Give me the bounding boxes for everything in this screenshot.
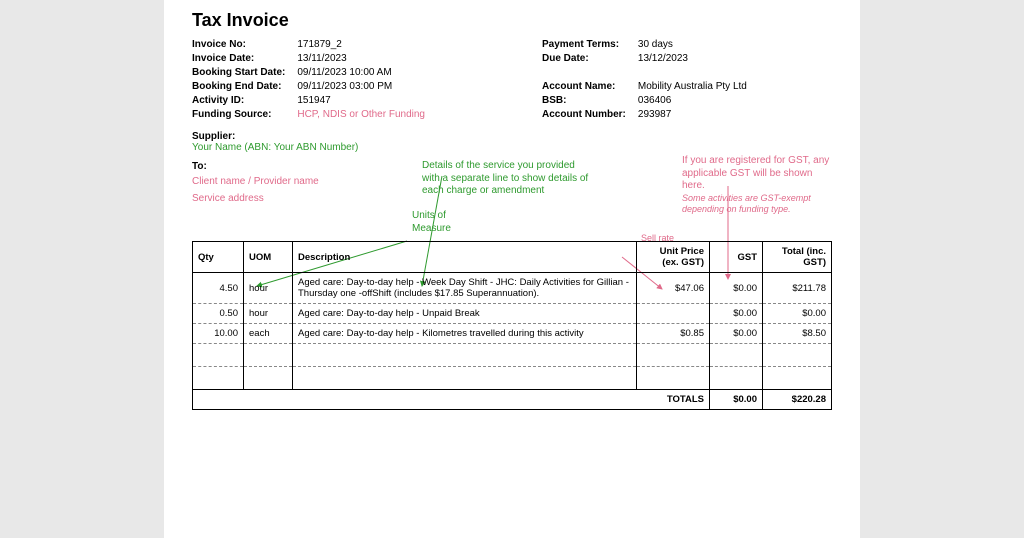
cell-qty: 4.50 xyxy=(193,273,244,304)
label-funding-source: Funding Source: xyxy=(192,109,285,123)
annotation-gst-main: If you are registered for GST, any appli… xyxy=(682,155,832,193)
table-row: 4.50 hour Aged care: Day-to-day help - W… xyxy=(193,273,832,304)
label-blank xyxy=(542,67,626,81)
annotation-gst: If you are registered for GST, any appli… xyxy=(682,155,832,215)
value-funding-source-note: HCP, NDIS or Other Funding xyxy=(297,109,425,123)
cell-desc: Aged care: Day-to-day help - Week Day Sh… xyxy=(293,273,637,304)
meta-block: Invoice No: Invoice Date: Booking Start … xyxy=(192,39,832,123)
label-invoice-no: Invoice No: xyxy=(192,39,285,53)
label-booking-start: Booking Start Date: xyxy=(192,67,285,81)
to-service-address: Service address xyxy=(192,193,392,204)
value-bsb: 036406 xyxy=(638,95,747,109)
cell-uom: hour xyxy=(244,273,293,304)
annotation-sell-rate: Sell rate xyxy=(641,233,674,243)
cell-gst: $0.00 xyxy=(710,324,763,344)
totals-gst: $0.00 xyxy=(710,390,763,410)
label-payment-terms: Payment Terms: xyxy=(542,39,626,53)
value-booking-start: 09/11/2023 10:00 AM xyxy=(297,67,425,81)
meta-left-values: 171879_2 13/11/2023 09/11/2023 10:00 AM … xyxy=(297,39,425,123)
label-bsb: BSB: xyxy=(542,95,626,109)
label-due-date: Due Date: xyxy=(542,53,626,67)
table-row-empty xyxy=(193,344,832,367)
value-blank xyxy=(638,67,747,81)
annotation-gst-sub: Some activities are GST-exempt depending… xyxy=(682,193,832,216)
label-account-name: Account Name: xyxy=(542,81,626,95)
label-activity-id: Activity ID: xyxy=(192,95,285,109)
cell-unit xyxy=(637,304,710,324)
table-row-empty xyxy=(193,367,832,390)
to-client-name: Client name / Provider name xyxy=(192,176,392,187)
table-row: 10.00 each Aged care: Day-to-day help - … xyxy=(193,324,832,344)
page-title: Tax Invoice xyxy=(192,10,832,31)
value-account-number: 293987 xyxy=(638,109,747,123)
value-due-date: 13/12/2023 xyxy=(638,53,747,67)
value-account-name: Mobility Australia Pty Ltd xyxy=(638,81,747,95)
cell-uom: each xyxy=(244,324,293,344)
meta-left-labels: Invoice No: Invoice Date: Booking Start … xyxy=(192,39,285,123)
cell-unit: $0.85 xyxy=(637,324,710,344)
cell-total: $211.78 xyxy=(763,273,832,304)
header-unit-price: Unit Price (ex. GST) xyxy=(637,242,710,273)
annotation-service-details: Details of the service you provided with… xyxy=(422,160,592,198)
invoice-page: Tax Invoice Invoice No: Invoice Date: Bo… xyxy=(164,0,860,538)
value-activity-id: 151947 xyxy=(297,95,425,109)
cell-desc: Aged care: Day-to-day help - Kilometres … xyxy=(293,324,637,344)
to-label: To: xyxy=(192,161,392,172)
value-invoice-no: 171879_2 xyxy=(297,39,425,53)
cell-total: $0.00 xyxy=(763,304,832,324)
supplier-note: Your Name (ABN: Your ABN Number) xyxy=(192,142,832,153)
table-row: 0.50 hour Aged care: Day-to-day help - U… xyxy=(193,304,832,324)
cell-gst: $0.00 xyxy=(710,273,763,304)
meta-right-values: 30 days 13/12/2023 Mobility Australia Pt… xyxy=(638,39,747,123)
label-invoice-date: Invoice Date: xyxy=(192,53,285,67)
header-description: Description xyxy=(293,242,637,273)
meta-right-labels: Payment Terms: Due Date: Account Name: B… xyxy=(542,39,626,123)
label-account-number: Account Number: xyxy=(542,109,626,123)
line-items-table: Qty UOM Description Unit Price (ex. GST)… xyxy=(192,241,832,410)
cell-qty: 10.00 xyxy=(193,324,244,344)
totals-total: $220.28 xyxy=(763,390,832,410)
cell-total: $8.50 xyxy=(763,324,832,344)
totals-label: TOTALS xyxy=(193,390,710,410)
header-gst: GST xyxy=(710,242,763,273)
cell-gst: $0.00 xyxy=(710,304,763,324)
cell-unit: $47.06 xyxy=(637,273,710,304)
value-invoice-date: 13/11/2023 xyxy=(297,53,425,67)
annotation-uom: Units of Measure xyxy=(412,210,472,235)
header-qty: Qty xyxy=(193,242,244,273)
value-booking-end: 09/11/2023 03:00 PM xyxy=(297,81,425,95)
header-uom: UOM xyxy=(244,242,293,273)
supplier-label: Supplier: xyxy=(192,131,832,142)
cell-qty: 0.50 xyxy=(193,304,244,324)
value-payment-terms: 30 days xyxy=(638,39,747,53)
cell-uom: hour xyxy=(244,304,293,324)
header-total: Total (inc. GST) xyxy=(763,242,832,273)
totals-row: TOTALS $0.00 $220.28 xyxy=(193,390,832,410)
cell-desc: Aged care: Day-to-day help - Unpaid Brea… xyxy=(293,304,637,324)
label-booking-end: Booking End Date: xyxy=(192,81,285,95)
